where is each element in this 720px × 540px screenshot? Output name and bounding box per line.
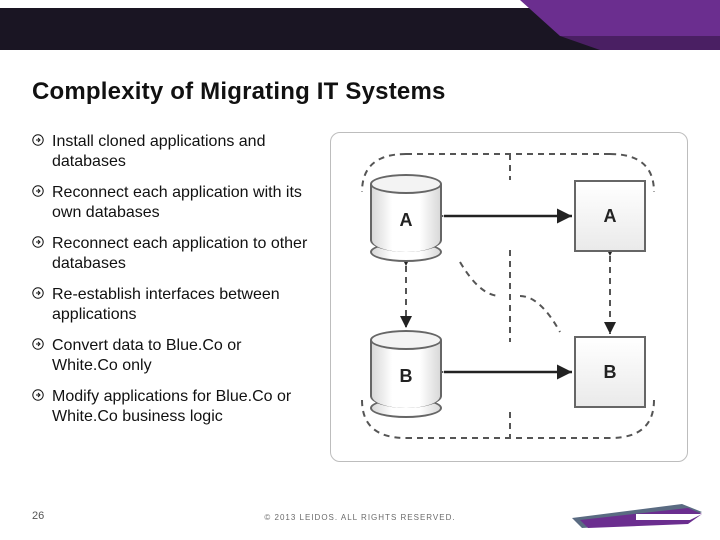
bullet-arrow-icon <box>32 287 44 299</box>
slide-title: Complexity of Migrating IT Systems <box>32 78 446 106</box>
bullet-arrow-icon <box>32 389 44 401</box>
application-a-icon: A <box>574 180 646 252</box>
architecture-diagram: A A B B <box>330 132 688 462</box>
application-b-label: B <box>604 362 617 383</box>
application-b-icon: B <box>574 336 646 408</box>
top-banner <box>0 0 720 60</box>
bullet-item: Modify applications for Blue.Co or White… <box>32 387 310 428</box>
bullet-text: Convert data to Blue.Co or White.Co only <box>52 336 310 377</box>
bullet-text: Re-establish interfaces between applicat… <box>52 285 310 326</box>
application-a-label: A <box>604 206 617 227</box>
bullet-arrow-icon <box>32 338 44 350</box>
bullet-text: Reconnect each application to other data… <box>52 234 310 275</box>
bullet-arrow-icon <box>32 185 44 197</box>
footer-wedge-icon <box>572 498 702 532</box>
database-a-icon: A <box>370 174 442 262</box>
bullet-list: Install cloned applications and database… <box>32 132 310 438</box>
bullet-text: Modify applications for Blue.Co or White… <box>52 387 310 428</box>
bullet-item: Re-establish interfaces between applicat… <box>32 285 310 326</box>
database-b-icon: B <box>370 330 442 418</box>
bullet-item: Reconnect each application with its own … <box>32 183 310 224</box>
banner-wedge <box>520 0 720 60</box>
bullet-text: Install cloned applications and database… <box>52 132 310 173</box>
database-b-label: B <box>370 366 442 387</box>
bullet-item: Convert data to Blue.Co or White.Co only <box>32 336 310 377</box>
bullet-text: Reconnect each application with its own … <box>52 183 310 224</box>
bullet-item: Reconnect each application to other data… <box>32 234 310 275</box>
bullet-arrow-icon <box>32 134 44 146</box>
bullet-arrow-icon <box>32 236 44 248</box>
database-a-label: A <box>370 210 442 231</box>
bullet-item: Install cloned applications and database… <box>32 132 310 173</box>
